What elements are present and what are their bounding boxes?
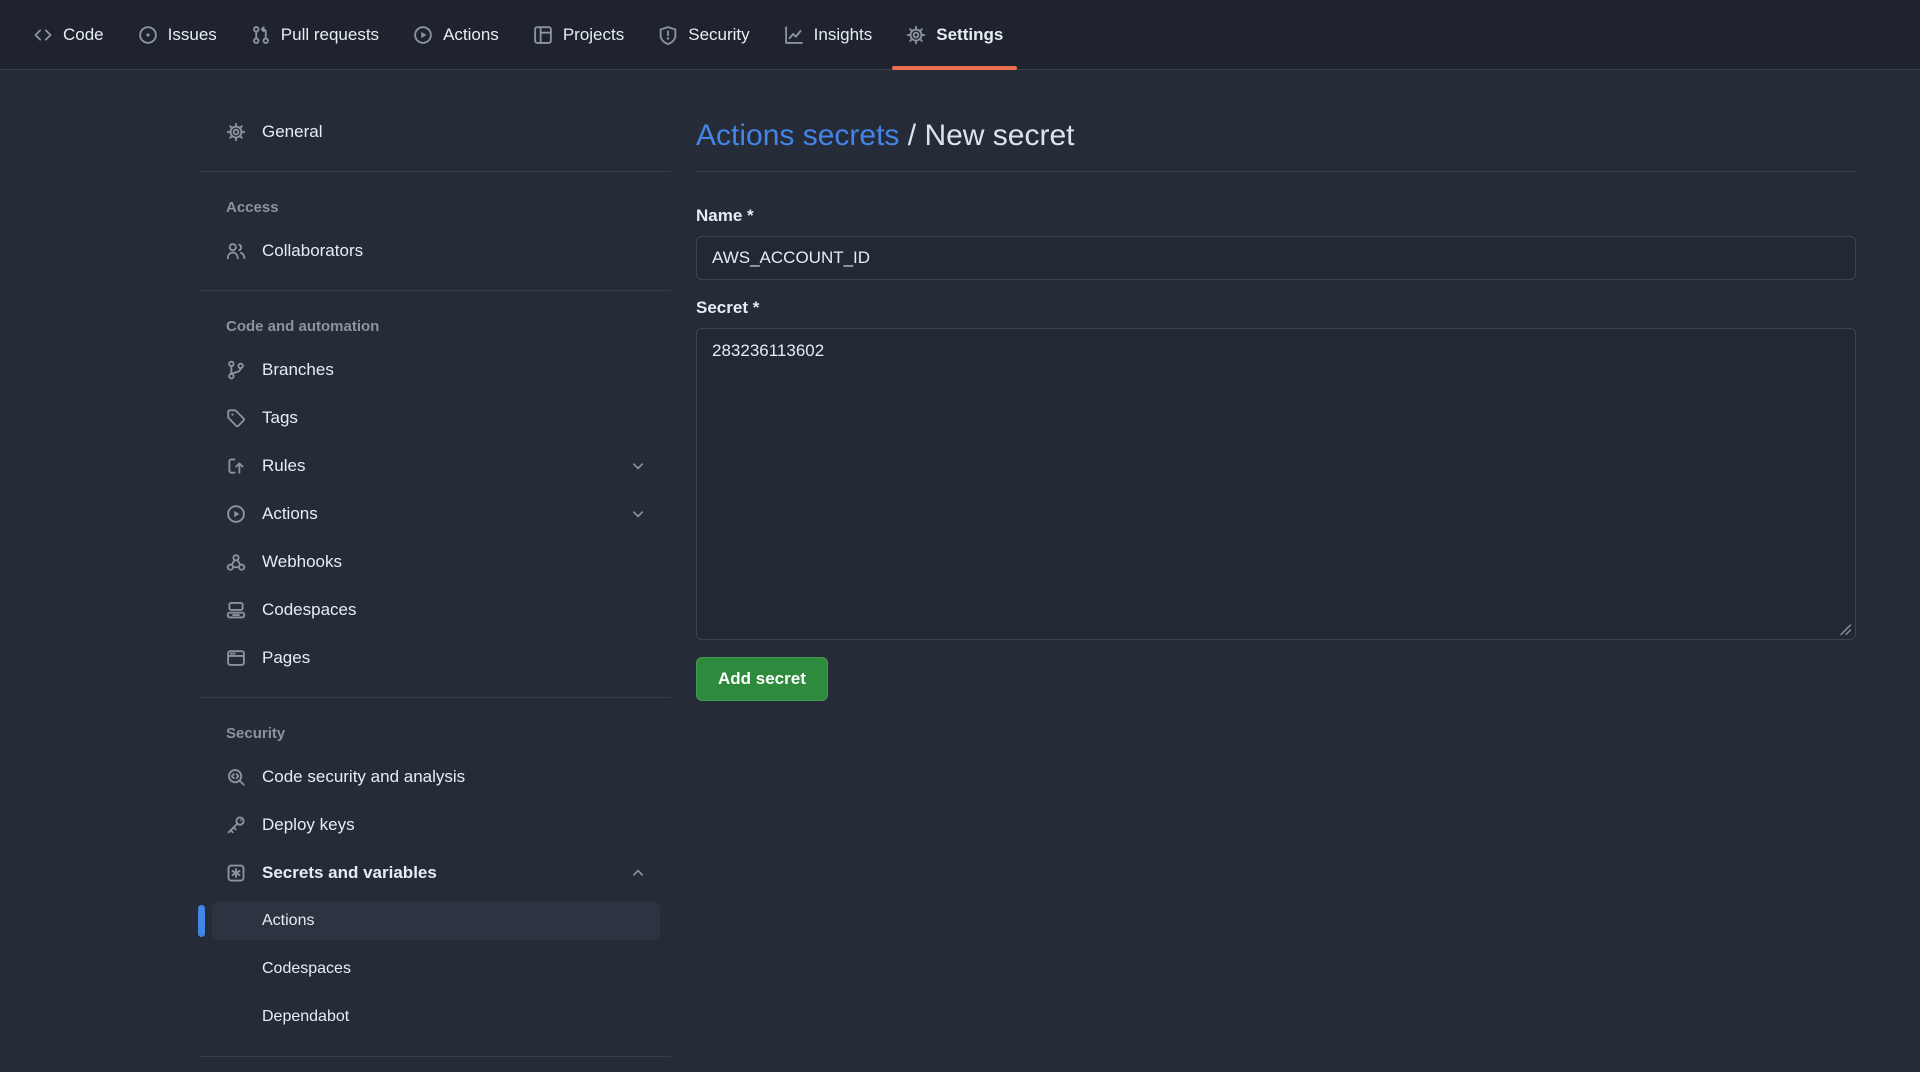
tab-label: Issues [168,25,217,45]
sidebar-item-webhooks[interactable]: Webhooks [200,538,671,586]
sidebar-item-label: Codespaces [262,600,357,620]
sidebar-subitem-label: Codespaces [262,960,351,978]
breadcrumb-separator: / [908,119,916,152]
sidebar-item-label: Pages [262,648,310,668]
sidebar-item-codespaces[interactable]: Codespaces [200,586,671,634]
resize-grip-icon[interactable] [1839,623,1852,636]
shield-icon [658,25,678,45]
issue-opened-icon [138,25,158,45]
selected-indicator-bar [198,905,205,937]
sidebar-item-actions[interactable]: Actions [200,490,671,538]
sidebar-item-code-security[interactable]: Code security and analysis [200,753,671,801]
table-icon [533,25,553,45]
sidebar-item-label: Deploy keys [262,815,355,835]
tab-insights[interactable]: Insights [784,0,873,69]
tab-security[interactable]: Security [658,0,749,69]
tab-label: Insights [814,25,873,45]
sidebar-item-label: Actions [262,504,318,524]
secret-name-label: Name * [696,204,1856,228]
gear-icon [906,25,926,45]
sidebar-item-label: Rules [262,456,305,476]
sidebar-item-collaborators[interactable]: Collaborators [200,227,671,275]
settings-sidebar: General Access Collaborators Code and au… [200,108,671,1072]
sidebar-item-rules[interactable]: Rules [200,442,671,490]
sidebar-item-label: Secrets and variables [262,863,437,883]
title-divider [696,171,1856,172]
chevron-down-icon [629,505,647,523]
secret-value-textarea[interactable]: 283236113602 [696,328,1856,640]
tab-settings[interactable]: Settings [906,0,1003,69]
play-icon [413,25,433,45]
sidebar-subitem-codespaces[interactable]: Codespaces [200,945,671,993]
asterisk-box-icon [226,863,246,883]
key-icon [226,815,246,835]
sidebar-subitem-label: Dependabot [262,1008,349,1026]
sidebar-item-general[interactable]: General [200,108,671,156]
sidebar-divider [200,1056,671,1057]
tab-label: Pull requests [281,25,379,45]
tab-pull-requests[interactable]: Pull requests [251,0,379,69]
secret-value-label: Secret * [696,296,1856,320]
main-content: Actions secrets / New secret Name * Secr… [696,112,1856,701]
tab-label: Projects [563,25,624,45]
chevron-up-icon [629,864,647,882]
add-secret-button[interactable]: Add secret [696,657,828,701]
sidebar-divider [200,697,671,698]
sidebar-item-label: Webhooks [262,552,342,572]
graph-icon [784,25,804,45]
sidebar-section-access: Access [200,187,671,227]
secret-value-wrap: 283236113602 [696,328,1856,640]
sidebar-item-deploy-keys[interactable]: Deploy keys [200,801,671,849]
sidebar-item-label: Tags [262,408,298,428]
sidebar-item-label: General [262,122,322,142]
breadcrumb-current: New secret [924,119,1074,152]
tab-label: Security [688,25,749,45]
sidebar-item-branches[interactable]: Branches [200,346,671,394]
tag-icon [226,408,246,428]
sidebar-item-label: Code security and analysis [262,767,465,787]
tab-label: Actions [443,25,499,45]
webhook-icon [226,552,246,572]
rules-icon [226,456,246,476]
tab-code[interactable]: Code [33,0,104,69]
sidebar-section-security: Security [200,713,671,753]
page-title-breadcrumb: Actions secrets / New secret [696,112,1856,160]
tab-issues[interactable]: Issues [138,0,217,69]
sidebar-item-label: Collaborators [262,241,363,261]
sidebar-section-code-automation: Code and automation [200,306,671,346]
active-tab-underline [892,66,1017,70]
chevron-down-icon [629,457,647,475]
code-icon [33,25,53,45]
sidebar-divider [200,171,671,172]
sidebar-subitem-label: Actions [262,912,314,930]
sidebar-subitem-actions[interactable]: Actions [200,897,671,945]
people-icon [226,241,246,261]
git-pull-request-icon [251,25,271,45]
tab-actions[interactable]: Actions [413,0,499,69]
sidebar-subitem-dependabot[interactable]: Dependabot [200,993,671,1041]
repo-nav: Code Issues Pull requests Actions Projec… [0,0,1920,70]
tab-label: Settings [936,25,1003,45]
secret-name-input[interactable] [696,236,1856,280]
sidebar-item-tags[interactable]: Tags [200,394,671,442]
codespaces-icon [226,600,246,620]
sidebar-item-label: Branches [262,360,334,380]
breadcrumb-actions-secrets-link[interactable]: Actions secrets [696,119,899,152]
sidebar-divider [200,290,671,291]
code-scan-icon [226,767,246,787]
sidebar-item-pages[interactable]: Pages [200,634,671,682]
sidebar-item-secrets-and-variables[interactable]: Secrets and variables [200,849,671,897]
gear-icon [226,122,246,142]
browser-icon [226,648,246,668]
git-branch-icon [226,360,246,380]
play-icon [226,504,246,524]
tab-label: Code [63,25,104,45]
tab-projects[interactable]: Projects [533,0,624,69]
